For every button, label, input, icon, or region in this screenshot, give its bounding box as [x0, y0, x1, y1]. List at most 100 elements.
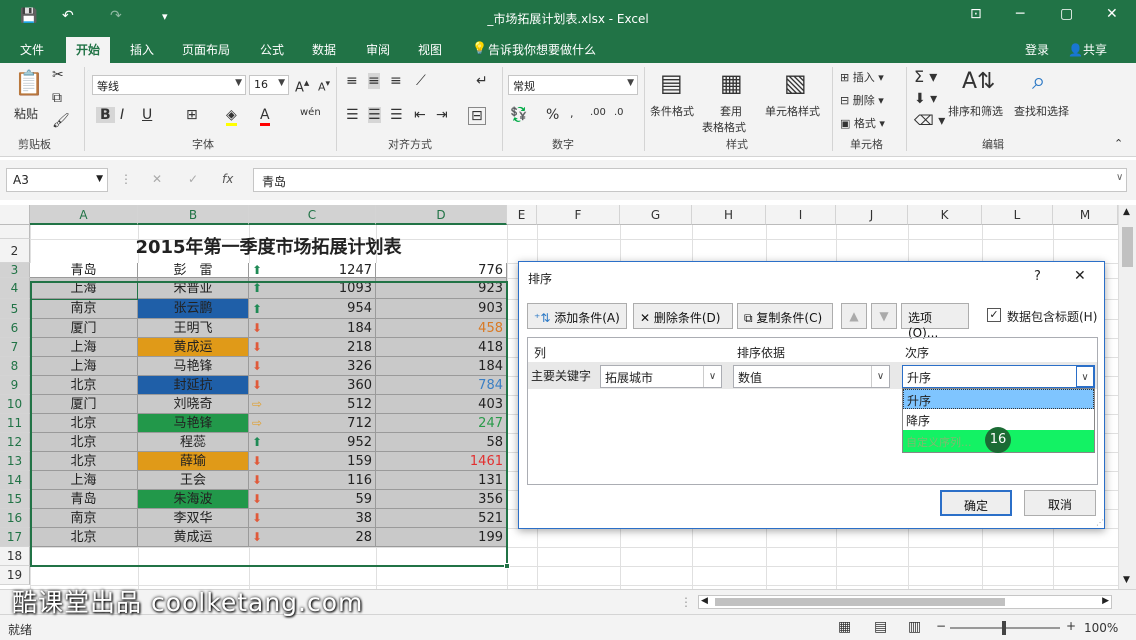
done-cell[interactable]: 356: [376, 490, 507, 509]
row-header-7[interactable]: 7: [0, 338, 30, 357]
target-cell[interactable]: ⇨ 512: [249, 395, 376, 414]
city-cell[interactable]: 北京: [30, 433, 138, 452]
copy-condition-button[interactable]: ⧉ 复制条件(C): [737, 303, 833, 329]
bold-button[interactable]: B: [96, 107, 115, 123]
city-cell[interactable]: 北京: [30, 414, 138, 433]
row-header-6[interactable]: 6: [0, 319, 30, 338]
number-format-select[interactable]: 常规 ▼: [508, 75, 638, 95]
target-cell[interactable]: ⬇ 116: [249, 471, 376, 490]
align-top-icon[interactable]: ≡: [346, 73, 358, 89]
tab-insert[interactable]: 插入: [130, 41, 154, 58]
staff-cell[interactable]: 马艳锋: [138, 414, 249, 433]
select-all-corner[interactable]: [0, 205, 30, 225]
done-cell[interactable]: 247: [376, 414, 507, 433]
city-cell[interactable]: 南京: [30, 509, 138, 528]
formula-bar-handle[interactable]: ⋮: [120, 172, 132, 186]
column-header-g[interactable]: G: [620, 205, 692, 225]
target-cell[interactable]: ⬇ 218: [249, 338, 376, 357]
column-header-i[interactable]: I: [766, 205, 836, 225]
row-header-4[interactable]: 4: [0, 278, 30, 299]
staff-cell[interactable]: 程蕊: [138, 433, 249, 452]
scroll-left-icon[interactable]: ◀: [701, 596, 708, 606]
staff-cell[interactable]: 李双华: [138, 509, 249, 528]
city-cell[interactable]: 上海: [30, 357, 138, 376]
staff-cell[interactable]: 黄成运: [138, 528, 249, 547]
sheet-title[interactable]: 2015年第一季度市场拓展计划表: [30, 225, 507, 264]
border-icon[interactable]: ⊞: [186, 107, 198, 123]
tab-data[interactable]: 数据: [312, 41, 336, 58]
decrease-decimal-icon[interactable]: .0: [614, 107, 624, 118]
column-header-b[interactable]: B: [138, 205, 249, 225]
formula-input[interactable]: 青岛: [253, 168, 1127, 192]
conditional-format-icon[interactable]: ▤: [660, 69, 683, 97]
copy-icon[interactable]: ⧉: [52, 90, 62, 106]
tab-home[interactable]: 开始: [66, 37, 111, 63]
tab-split-handle[interactable]: ⋮: [680, 595, 692, 609]
page-layout-view-icon[interactable]: ▤: [874, 619, 887, 635]
vertical-scrollbar[interactable]: ▲ ▼: [1118, 205, 1136, 589]
align-left-icon[interactable]: ☰: [346, 107, 359, 123]
fill-handle[interactable]: [504, 563, 510, 569]
row-header-14[interactable]: 14: [0, 471, 30, 490]
target-cell[interactable]: ⬇ 38: [249, 509, 376, 528]
has-header-checkbox[interactable]: ✓: [987, 308, 1001, 322]
done-cell[interactable]: 58: [376, 433, 507, 452]
collapse-ribbon-icon[interactable]: ⌃: [1114, 137, 1123, 150]
sort-filter-button[interactable]: 排序和筛选: [948, 103, 1003, 119]
cell-style-button[interactable]: 单元格样式: [765, 103, 820, 119]
table-format-line2[interactable]: 表格格式: [702, 119, 746, 135]
staff-cell[interactable]: 朱海波: [138, 490, 249, 509]
column-header-h[interactable]: H: [692, 205, 766, 225]
currency-icon[interactable]: 💱: [510, 107, 527, 123]
scroll-down-icon[interactable]: ▼: [1123, 575, 1130, 585]
normal-view-icon[interactable]: ▦: [838, 619, 851, 635]
expand-formula-icon[interactable]: ∨: [1116, 172, 1123, 183]
row-header-10[interactable]: 10: [0, 395, 30, 414]
city-cell[interactable]: 厦门: [30, 319, 138, 338]
login-link[interactable]: 登录: [1025, 41, 1049, 58]
delete-cells-button[interactable]: ⊟ 删除 ▾: [840, 92, 884, 108]
add-condition-button[interactable]: ⁺⇅ 添加条件(A): [527, 303, 627, 329]
row-header-9[interactable]: 9: [0, 376, 30, 395]
conditional-format-button[interactable]: 条件格式: [650, 103, 694, 119]
column-header-k[interactable]: K: [908, 205, 982, 225]
row-header-11[interactable]: 11: [0, 414, 30, 433]
font-color-icon[interactable]: A: [260, 107, 270, 126]
city-cell[interactable]: 上海: [30, 278, 138, 299]
name-box[interactable]: A3 ▼: [6, 168, 108, 192]
staff-cell[interactable]: 薛瑜: [138, 452, 249, 471]
staff-cell[interactable]: 张云鹏: [138, 299, 249, 319]
city-cell[interactable]: 上海: [30, 338, 138, 357]
orientation-icon[interactable]: ⟋: [416, 73, 426, 89]
cell-style-icon[interactable]: ▧: [784, 69, 807, 97]
tab-file[interactable]: 文件: [20, 41, 44, 58]
staff-cell[interactable]: 彭 雷: [138, 263, 249, 278]
target-cell[interactable]: ⬇ 360: [249, 376, 376, 395]
paste-button[interactable]: 粘贴: [14, 105, 38, 122]
cancel-button[interactable]: 取消: [1024, 490, 1096, 516]
zoom-out-button[interactable]: −: [936, 619, 946, 633]
done-cell[interactable]: 403: [376, 395, 507, 414]
staff-cell[interactable]: 王明飞: [138, 319, 249, 338]
paste-icon[interactable]: 📋: [14, 69, 44, 97]
column-header-d[interactable]: D: [376, 205, 507, 225]
scroll-up-icon[interactable]: ▲: [1123, 207, 1130, 217]
row-header-1[interactable]: 1: [0, 225, 30, 251]
done-cell[interactable]: 199: [376, 528, 507, 547]
done-cell[interactable]: 923: [376, 278, 507, 299]
row-header-15[interactable]: 15: [0, 490, 30, 509]
align-right-icon[interactable]: ☰: [390, 107, 403, 123]
insert-cells-button[interactable]: ⊞ 插入 ▾: [840, 69, 884, 85]
fill-icon[interactable]: ⬇ ▾: [914, 91, 937, 107]
order-option-descending[interactable]: 降序: [903, 409, 1094, 429]
column-header-f[interactable]: F: [537, 205, 620, 225]
column-header-j[interactable]: J: [836, 205, 908, 225]
tab-view[interactable]: 视图: [418, 41, 442, 58]
target-cell[interactable]: ⬆ 954: [249, 299, 376, 319]
zoom-level[interactable]: 100%: [1084, 621, 1118, 635]
row-header-16[interactable]: 16: [0, 509, 30, 528]
target-cell[interactable]: ⬆ 1247: [249, 263, 376, 278]
scroll-right-icon[interactable]: ▶: [1102, 596, 1109, 606]
ribbon-display-icon[interactable]: ⊡: [970, 6, 982, 22]
zoom-slider-thumb[interactable]: [1002, 621, 1006, 635]
